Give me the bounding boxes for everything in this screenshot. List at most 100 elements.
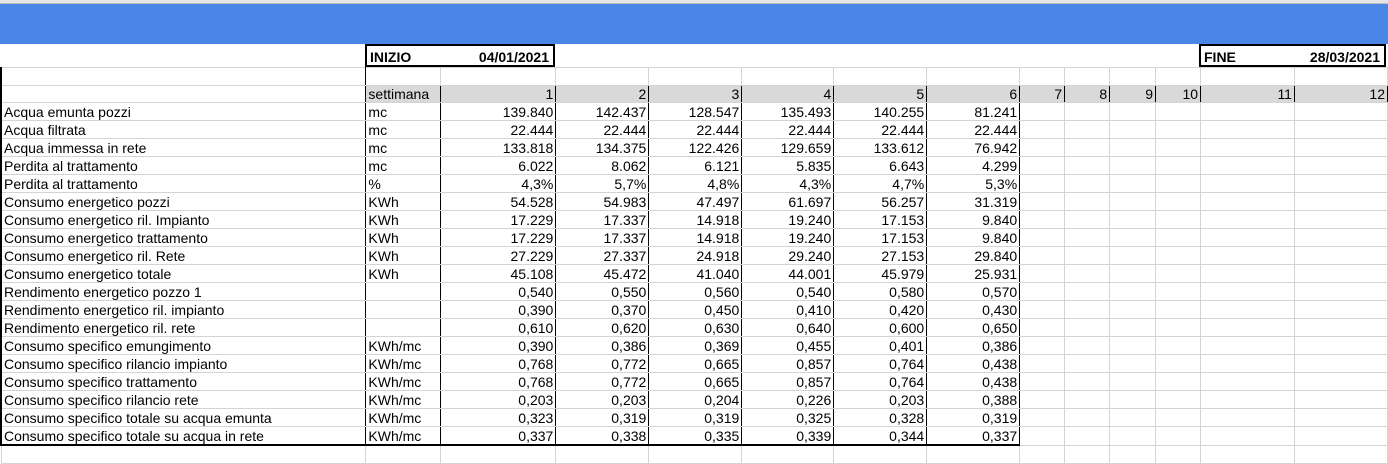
value-cell[interactable]: 27.337	[555, 246, 650, 265]
value-cell[interactable]: 134.375	[555, 138, 650, 157]
value-cell[interactable]	[1109, 210, 1157, 229]
value-cell[interactable]: 22.444	[926, 120, 1021, 139]
value-cell[interactable]: 44.001	[741, 264, 835, 283]
value-cell[interactable]: 4,8%	[648, 174, 743, 193]
value-cell[interactable]	[1200, 282, 1295, 301]
value-cell[interactable]: 0,420	[833, 300, 928, 319]
value-cell[interactable]	[1155, 228, 1202, 247]
value-cell[interactable]: 22.444	[555, 120, 650, 139]
value-cell[interactable]	[1019, 318, 1066, 337]
row-label[interactable]: Perdita al trattamento	[0, 174, 367, 193]
value-cell[interactable]	[1109, 138, 1157, 157]
value-cell[interactable]: 0,438	[926, 372, 1021, 391]
value-cell[interactable]	[1109, 228, 1157, 247]
value-cell[interactable]	[1293, 192, 1388, 211]
value-cell[interactable]	[1064, 300, 1111, 319]
value-cell[interactable]	[1019, 264, 1066, 283]
cell[interactable]	[1200, 444, 1295, 464]
week-number[interactable]: 11	[1200, 85, 1295, 103]
value-cell[interactable]: 0,386	[555, 336, 650, 355]
value-cell[interactable]	[1019, 174, 1066, 193]
cell[interactable]	[440, 444, 557, 464]
week-number[interactable]: 5	[833, 85, 928, 103]
value-cell[interactable]: 0,570	[926, 282, 1021, 301]
value-cell[interactable]: 0,370	[555, 300, 650, 319]
value-cell[interactable]: 0,438	[926, 354, 1021, 373]
row-unit[interactable]: mc	[365, 138, 442, 157]
week-number[interactable]: 4	[741, 85, 835, 103]
value-cell[interactable]: 0,388	[926, 390, 1021, 409]
value-cell[interactable]	[1019, 246, 1066, 265]
row-unit[interactable]	[365, 300, 442, 319]
value-cell[interactable]	[1293, 138, 1388, 157]
value-cell[interactable]	[1019, 210, 1066, 229]
value-cell[interactable]: 47.497	[648, 192, 743, 211]
value-cell[interactable]: 27.229	[440, 246, 557, 265]
value-cell[interactable]: 0,226	[741, 390, 835, 409]
value-cell[interactable]: 8.062	[555, 156, 650, 175]
value-cell[interactable]	[1293, 156, 1388, 175]
value-cell[interactable]	[1019, 372, 1066, 391]
value-cell[interactable]: 142.437	[555, 102, 650, 121]
value-cell[interactable]: 54.528	[440, 192, 557, 211]
value-cell[interactable]	[1109, 426, 1157, 446]
value-cell[interactable]: 45.979	[833, 264, 928, 283]
value-cell[interactable]: 0,665	[648, 372, 743, 391]
week-number[interactable]: 9	[1109, 85, 1157, 103]
row-unit[interactable]: KWh/mc	[365, 408, 442, 427]
value-cell[interactable]	[1019, 426, 1066, 446]
value-cell[interactable]	[1200, 264, 1295, 283]
value-cell[interactable]: 5.835	[741, 156, 835, 175]
row-label[interactable]: Rendimento energetico ril. impianto	[0, 300, 367, 319]
value-cell[interactable]: 6.121	[648, 156, 743, 175]
value-cell[interactable]	[1109, 120, 1157, 139]
value-cell[interactable]	[1155, 318, 1202, 337]
row-unit[interactable]	[365, 282, 442, 301]
value-cell[interactable]: 9.840	[926, 210, 1021, 229]
value-cell[interactable]: 19.240	[741, 210, 835, 229]
value-cell[interactable]: 4.299	[926, 156, 1021, 175]
row-label[interactable]: Consumo specifico rilancio rete	[0, 390, 367, 409]
value-cell[interactable]	[1155, 282, 1202, 301]
value-cell[interactable]	[1109, 246, 1157, 265]
value-cell[interactable]: 140.255	[833, 102, 928, 121]
value-cell[interactable]: 5,7%	[555, 174, 650, 193]
cell[interactable]	[1109, 67, 1157, 86]
value-cell[interactable]	[1200, 426, 1295, 446]
value-cell[interactable]: 0,369	[648, 336, 743, 355]
value-cell[interactable]: 27.153	[833, 246, 928, 265]
value-cell[interactable]: 17.337	[555, 210, 650, 229]
value-cell[interactable]: 0,768	[440, 372, 557, 391]
cell[interactable]	[0, 85, 367, 103]
value-cell[interactable]	[1064, 138, 1111, 157]
value-cell[interactable]: 133.612	[833, 138, 928, 157]
value-cell[interactable]: 133.818	[440, 138, 557, 157]
value-cell[interactable]: 0,386	[926, 336, 1021, 355]
value-cell[interactable]	[1109, 264, 1157, 283]
row-label[interactable]: Rendimento energetico ril. rete	[0, 318, 367, 337]
value-cell[interactable]	[1200, 156, 1295, 175]
cell[interactable]	[648, 444, 743, 464]
value-cell[interactable]	[1109, 192, 1157, 211]
row-label[interactable]: Consumo specifico totale su acqua in ret…	[0, 426, 367, 446]
value-cell[interactable]: 0,630	[648, 318, 743, 337]
value-cell[interactable]	[1019, 336, 1066, 355]
value-cell[interactable]: 0,450	[648, 300, 743, 319]
value-cell[interactable]	[1064, 102, 1111, 121]
week-number[interactable]: 10	[1155, 85, 1202, 103]
value-cell[interactable]: 0,580	[833, 282, 928, 301]
value-cell[interactable]	[1293, 282, 1388, 301]
week-number[interactable]: 3	[648, 85, 743, 103]
value-cell[interactable]: 14.918	[648, 210, 743, 229]
value-cell[interactable]: 25.931	[926, 264, 1021, 283]
cell[interactable]	[1019, 444, 1066, 464]
value-cell[interactable]	[1064, 336, 1111, 355]
row-unit[interactable]: KWh	[365, 246, 442, 265]
row-unit[interactable]: KWh/mc	[365, 354, 442, 373]
value-cell[interactable]	[1200, 336, 1295, 355]
value-cell[interactable]	[1293, 264, 1388, 283]
value-cell[interactable]: 31.319	[926, 192, 1021, 211]
cell[interactable]	[555, 444, 650, 464]
value-cell[interactable]	[1064, 210, 1111, 229]
value-cell[interactable]: 0,772	[555, 372, 650, 391]
